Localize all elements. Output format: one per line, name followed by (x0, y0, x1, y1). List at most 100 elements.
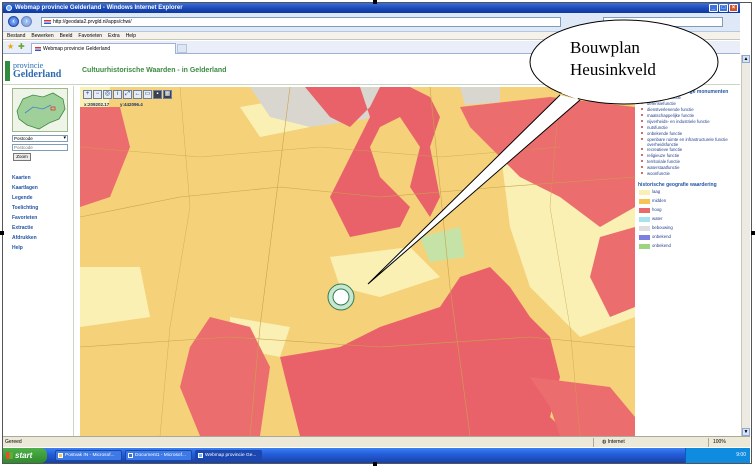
logo-bar (5, 61, 10, 81)
zoom-level[interactable]: 100% (708, 438, 748, 447)
resize-handle (0, 231, 4, 235)
left-sidebar: Postcode Postcode Zoom Kaarten Kaartlage… (3, 86, 74, 436)
menu-favorieten[interactable]: Favorieten (78, 32, 102, 39)
close-button[interactable]: × (729, 4, 738, 12)
forward-button[interactable]: › (21, 16, 32, 27)
tab-favicon-icon (35, 47, 41, 51)
new-tab-button[interactable] (177, 44, 187, 53)
zoom-box-icon[interactable]: ◎ (103, 90, 112, 99)
previous-extent-icon[interactable]: ← (133, 90, 142, 99)
select-icon[interactable]: ▪ (153, 90, 162, 99)
sidebar-item-kaarten[interactable]: Kaarten (12, 173, 70, 183)
zoom-in-icon[interactable]: + (83, 90, 92, 99)
callout-line2: Heusinkveld (570, 60, 656, 79)
legend-monument-list: agrarische functie defensiefunctie dienstv… (638, 95, 736, 177)
zoom-out-icon[interactable]: − (93, 90, 102, 99)
start-button[interactable]: start (3, 448, 47, 463)
menu-beeld[interactable]: Beeld (60, 32, 73, 39)
province-outline-icon (16, 92, 66, 130)
task-word[interactable]: Document1 - Microsof... (125, 450, 192, 461)
menu-help[interactable]: Help (126, 32, 136, 39)
windows-taskbar: start Postvak IN - Microsof... Document1… (3, 448, 750, 463)
legend-item: woonfunctie (638, 171, 736, 177)
back-button[interactable]: ‹ (8, 16, 19, 27)
legend-item: openbare ruimte en infrastructurele func… (638, 137, 736, 147)
word-icon (128, 453, 133, 458)
legend-swatch (639, 217, 650, 223)
legend-swatch-label: hoog (652, 207, 662, 213)
clock: 9:00 (736, 452, 746, 458)
callout-text: Bouwplan Heusinkveld (570, 37, 656, 81)
legend-bullet-icon (641, 166, 643, 169)
sidebar-item-favorieten[interactable]: Favorieten (12, 213, 70, 223)
legend-bullet-icon (641, 108, 643, 110)
address-input[interactable]: http://geodata2.prvgld.nl/apps/chwi/ (41, 17, 561, 27)
legend-swatch (639, 244, 650, 250)
sidebar-item-toelichting[interactable]: Toelichting (12, 203, 70, 213)
tab-label: Webmap provincie Gelderland (43, 46, 111, 52)
favorites-star-icon[interactable]: ★ (7, 43, 14, 51)
status-text: Gereed (5, 439, 22, 445)
tab-webmap[interactable]: Webmap provincie Gelderland (31, 43, 176, 54)
legend-swatch (639, 226, 650, 232)
address-toolbar: ‹ › http://geodata2.prvgld.nl/apps/chwi/ (3, 13, 740, 32)
minimize-button[interactable]: _ (709, 4, 718, 12)
page-title: Cultuurhistorische Waarden - in Gelderla… (82, 67, 227, 74)
outlook-icon (58, 453, 63, 458)
sidebar-item-extractie[interactable]: Extractie (12, 223, 70, 233)
legend-heading-geografie: historische geografie waardering (638, 182, 717, 189)
postcode-select[interactable]: Postcode (12, 135, 68, 142)
overview-minimap[interactable] (12, 88, 68, 132)
legend-bullet-icon (641, 126, 643, 128)
menu-bestand[interactable]: Bestand (7, 32, 25, 39)
legend-item-label: defensiefunctie (647, 101, 676, 106)
legend-swatch-item: water (638, 216, 736, 224)
legend-swatch-label: onbekend (652, 243, 671, 249)
map-legend: historisch bouwkundige monumenten agrari… (638, 87, 736, 436)
search-input[interactable] (603, 17, 723, 27)
full-extent-icon[interactable]: ⤢ (123, 90, 132, 99)
sidebar-item-legende[interactable]: Legende (12, 193, 70, 203)
task-outlook[interactable]: Postvak IN - Microsof... (55, 450, 122, 461)
address-url: http://geodata2.prvgld.nl/apps/chwi/ (53, 19, 132, 25)
measure-icon[interactable]: ▭ (143, 90, 152, 99)
legend-swatch (639, 190, 650, 196)
status-bar: Gereed ◍ Internet 100% (3, 436, 750, 447)
sidebar-item-help[interactable]: Help (12, 243, 70, 253)
legend-item-label: openbare ruimte en infrastructurele func… (647, 137, 728, 148)
resize-handle (373, 462, 377, 466)
legend-bullet-icon (641, 132, 643, 134)
add-favorite-icon[interactable]: ✚ (18, 43, 25, 51)
legend-swatch-item: midden (638, 198, 736, 206)
maximize-button[interactable]: □ (719, 4, 728, 12)
legend-bullet-icon (641, 160, 643, 163)
legend-swatch-label: laag (652, 189, 661, 195)
page-scrollbar[interactable]: ▲ ▼ (741, 55, 750, 436)
menu-extra[interactable]: Extra (108, 32, 120, 39)
legend-item-label: nutsfunctie (647, 125, 668, 130)
legend-swatch-item: onbekend (638, 243, 736, 251)
info-icon[interactable]: i (113, 90, 122, 99)
map-canvas[interactable]: + − ◎ i ⤢ ← ▭ ▪ ▦ x:209202.17 y:442096.4 (80, 87, 635, 436)
postcode-input[interactable]: Postcode (12, 144, 68, 151)
legend-swatch-item: onbekend (638, 234, 736, 242)
task-label: Postvak IN - Microsof... (65, 453, 115, 458)
coord-x: x:209202.17 (84, 102, 110, 107)
zoom-button[interactable]: Zoom (13, 153, 31, 161)
legend-swatch (639, 208, 650, 214)
legend-item-label: waterstaatfunctie (647, 165, 680, 171)
legend-swatch (639, 199, 650, 205)
legend-item-label: territoriale functie (647, 159, 680, 165)
legend-swatch-item: hoog (638, 207, 736, 215)
sidebar-item-kaartlagen[interactable]: Kaartlagen (12, 183, 70, 193)
scroll-up-icon[interactable]: ▲ (742, 55, 750, 63)
zone-label: Internet (607, 439, 625, 445)
menu-bewerken[interactable]: Bewerken (31, 32, 53, 39)
legend-bullet-icon (641, 154, 643, 157)
legend-item-label: onbekende functie (647, 131, 683, 136)
task-ie[interactable]: Webmap provincie Ge... (195, 450, 262, 461)
sidebar-item-afdrukken[interactable]: Afdrukken (12, 233, 70, 243)
scroll-down-icon[interactable]: ▼ (742, 428, 750, 436)
legend-item-label: recreatieve functie (647, 147, 683, 153)
layers-icon[interactable]: ▦ (163, 90, 172, 99)
